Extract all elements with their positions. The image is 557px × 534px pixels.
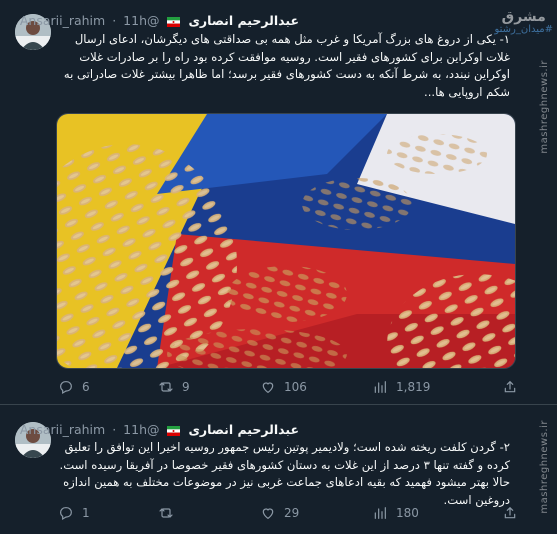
share-icon xyxy=(504,380,516,393)
watermark-hashtag: #میدان_رشتو xyxy=(494,24,553,35)
share-icon xyxy=(504,506,516,519)
tweet-header: عبدالرحیم انصاری @Ansarii_rahim · 11h xyxy=(20,11,299,31)
heart-icon xyxy=(262,382,274,394)
separator-dot: · xyxy=(112,422,117,437)
reply-button[interactable]: 6 xyxy=(58,377,90,397)
tweet-text: ۱- یکی از دروغ های بزرگ آمریکا و غرب مثل… xyxy=(63,32,510,99)
iran-flag-icon xyxy=(167,425,181,436)
views-count: 1,819 xyxy=(396,380,431,394)
watermark-site-bottom: mashreghnews.ir xyxy=(539,420,550,514)
views-count: 180 xyxy=(396,506,419,520)
share-button[interactable] xyxy=(502,377,526,397)
retweet-icon xyxy=(159,508,173,518)
like-count: 29 xyxy=(284,506,300,520)
watermark-site-top: mashreghnews.ir xyxy=(539,60,550,154)
tweet-image[interactable] xyxy=(56,113,516,369)
views-button[interactable]: 1,819 xyxy=(372,377,430,397)
heart-icon xyxy=(262,508,274,520)
reply-button[interactable]: 1 xyxy=(58,503,90,523)
tweet-1[interactable]: عبدالرحیم انصاری @Ansarii_rahim · 11h ۱-… xyxy=(0,0,557,404)
mashregh-watermark: مشرق #میدان_رشتو xyxy=(494,10,553,36)
views-icon xyxy=(374,507,386,519)
retweet-count: 9 xyxy=(182,380,190,394)
reply-icon xyxy=(60,381,72,395)
watermark-logo: مشرق xyxy=(501,9,546,25)
like-count: 106 xyxy=(284,380,307,394)
tweet-actions: 1 29 180 xyxy=(58,503,528,523)
iran-flag-icon xyxy=(167,16,181,27)
share-button[interactable] xyxy=(502,503,526,523)
tweet-time[interactable]: 11h xyxy=(123,422,147,437)
reply-icon xyxy=(60,507,72,521)
like-button[interactable]: 106 xyxy=(260,377,307,397)
views-icon xyxy=(374,381,386,393)
like-button[interactable]: 29 xyxy=(260,503,299,523)
reply-count: 6 xyxy=(82,380,90,394)
tweet-actions: 6 9 106 1,819 xyxy=(58,377,528,397)
reply-count: 1 xyxy=(82,506,90,520)
tweet-time[interactable]: 11h xyxy=(123,13,147,28)
retweet-button[interactable] xyxy=(158,503,182,523)
wheat-flag-illustration xyxy=(57,114,515,368)
retweet-button[interactable]: 9 xyxy=(158,377,190,397)
views-button[interactable]: 180 xyxy=(372,503,419,523)
retweet-icon xyxy=(159,382,173,392)
separator-dot: · xyxy=(112,13,117,28)
tweet-text: ۲- گردن کلفت ریخته شده است؛ ولادیمیر پوت… xyxy=(59,440,510,507)
tweet-2[interactable]: عبدالرحیم انصاری @Ansarii_rahim · 11h ۲-… xyxy=(0,404,557,534)
tweet-header: عبدالرحیم انصاری @Ansarii_rahim · 11h xyxy=(20,420,299,440)
author-name[interactable]: عبدالرحیم انصاری xyxy=(188,13,299,28)
author-name[interactable]: عبدالرحیم انصاری xyxy=(188,422,299,437)
